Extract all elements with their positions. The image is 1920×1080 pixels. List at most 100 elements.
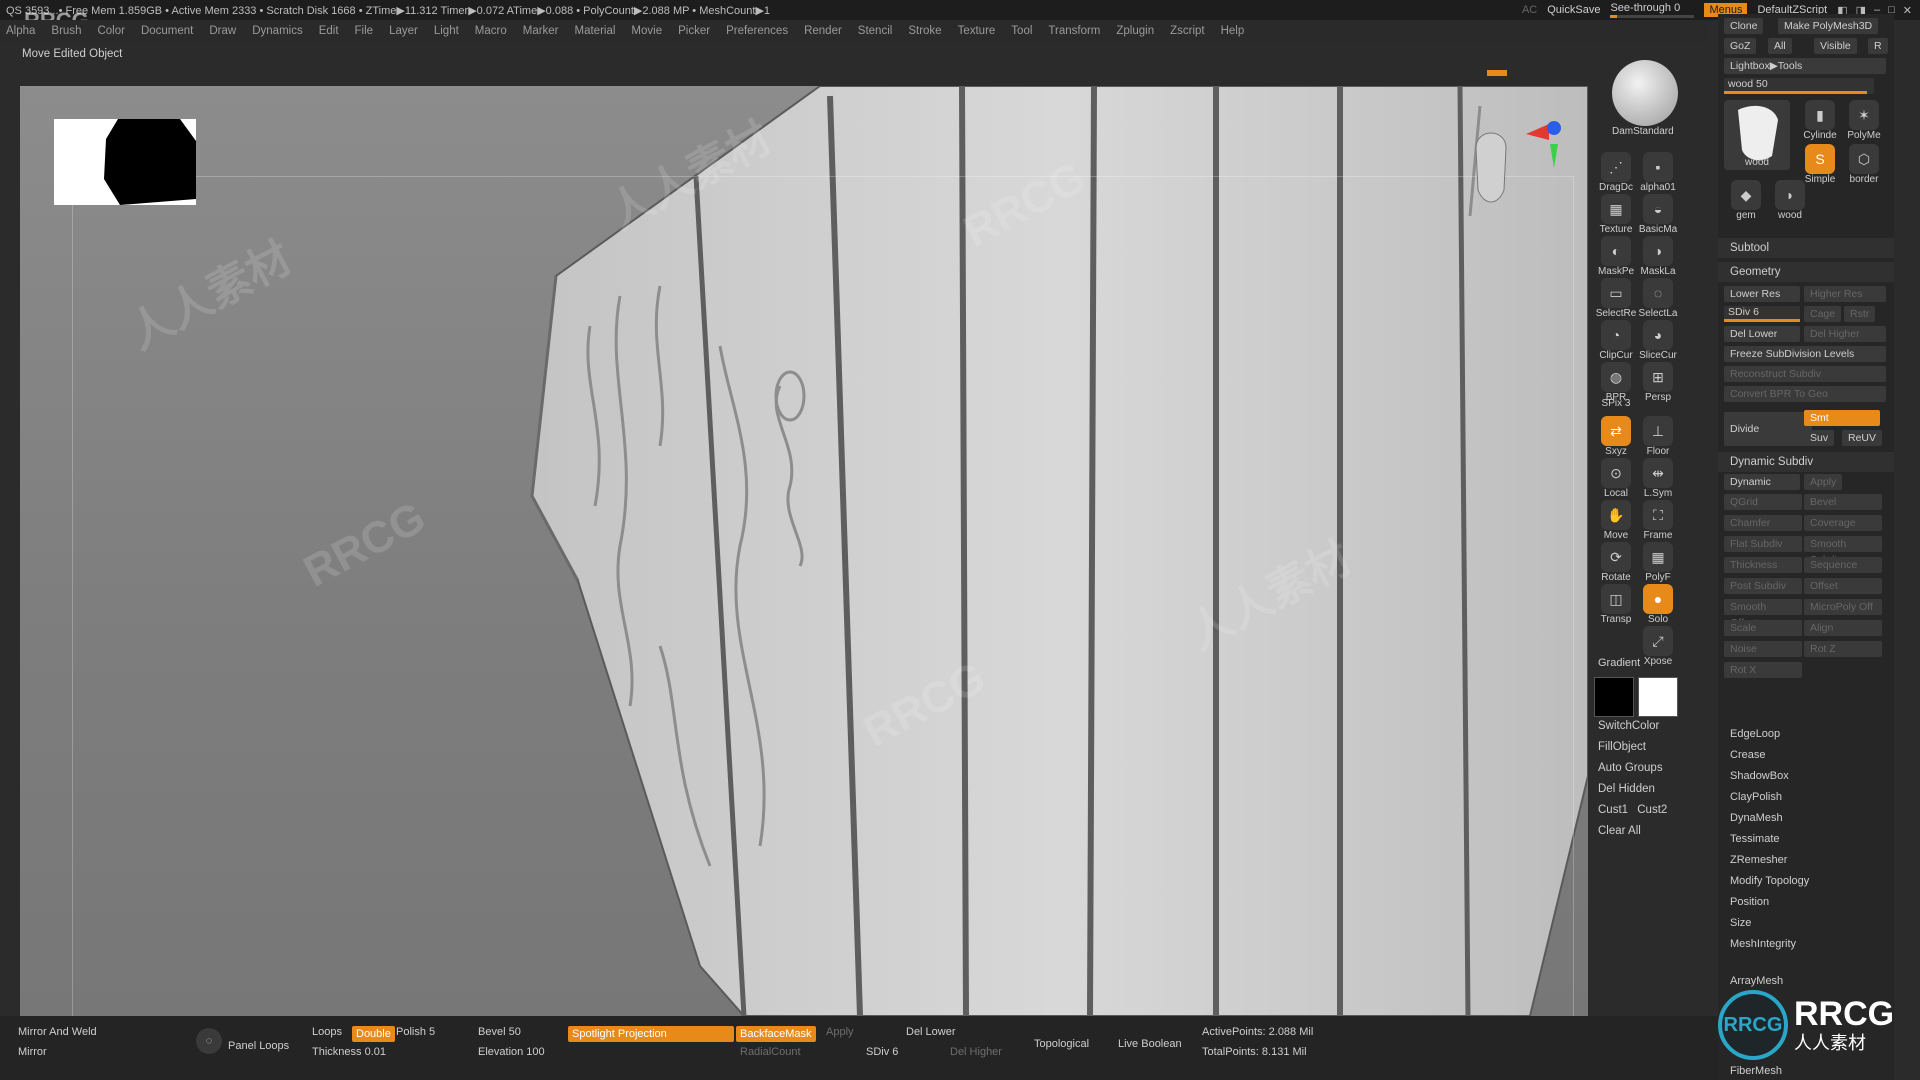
dyn-micropoly-off[interactable]: MicroPoly Off [1804,599,1882,615]
auto-groups-button[interactable]: Auto Groups [1598,758,1667,779]
close-icon[interactable]: ✕ [1903,4,1912,17]
thickness-slider[interactable]: Thickness 0.01 [312,1046,386,1058]
shelf-persp[interactable]: ⊞ Persp [1636,362,1680,403]
smt-toggle[interactable]: Smt [1804,410,1880,426]
dyn-noise[interactable]: Noise [1724,641,1802,657]
dyn-bevel[interactable]: Bevel [1804,494,1882,510]
all-button[interactable]: All [1768,38,1792,54]
lower-res-button[interactable]: Lower Res [1724,286,1800,302]
shelf-selectlasso[interactable]: ◌ SelectLa [1636,278,1680,319]
shelf-texture[interactable]: ▦ Texture [1594,194,1638,235]
make-polymesh-button[interactable]: Make PolyMesh3D [1778,18,1879,34]
shelf-alpha[interactable]: ▪ alpha01 [1636,152,1680,193]
shelf-masklasso[interactable]: ◑ MaskLa [1636,236,1680,277]
del-higher-button[interactable]: Del Higher [1804,326,1886,342]
dyn-smooth-offset[interactable]: Smooth Offset [1724,599,1802,629]
polish-slider[interactable]: Polish 5 [396,1026,435,1038]
dyn-offset[interactable]: Offset [1804,578,1882,594]
viewport-canvas[interactable] [20,86,1588,1016]
shelf-transp[interactable]: ◫ Transp [1594,584,1638,625]
panel-toggle-tab[interactable] [1487,70,1507,76]
dyn-post-subdiv[interactable]: Post Subdiv [1724,578,1802,594]
dyn-sequence[interactable]: Sequence [1804,557,1882,573]
see-through-slider[interactable]: See-through 0 [1610,2,1695,18]
subpalette-crease[interactable]: Crease [1730,745,1809,766]
menu-picker[interactable]: Picker [678,25,720,37]
suv-toggle[interactable]: Suv [1804,430,1835,446]
subpalette-shadowbox[interactable]: ShadowBox [1730,766,1809,787]
dynamic-button[interactable]: Dynamic [1724,474,1800,490]
clear-all-button[interactable]: Clear All [1598,821,1667,842]
geometry-section[interactable]: Geometry [1718,262,1894,282]
spiral-icon[interactable]: ◌ [196,1028,222,1054]
subpalette-claypolish[interactable]: ClayPolish [1730,787,1809,808]
dyn-rot-x[interactable]: Rot X [1724,662,1802,678]
dyn-rot-z[interactable]: Rot Z [1804,641,1882,657]
menu-preferences[interactable]: Preferences [726,25,798,37]
quicksave-button[interactable]: QuickSave [1547,4,1600,16]
shelf-xpose[interactable]: ⤢ Xpose [1636,626,1680,667]
shelf-rotate[interactable]: ⟳ Rotate [1594,542,1638,583]
menu-stencil[interactable]: Stencil [858,25,903,37]
shelf-brush[interactable]: DamStandard [1612,60,1678,137]
shelf-bpr[interactable]: ◍ BPR [1594,362,1638,403]
tool-border[interactable]: ⬡ border [1842,144,1886,185]
tool-simple[interactable]: S Simple [1798,144,1842,185]
spotlight-projection-toggle[interactable]: Spotlight Projection [568,1026,734,1042]
reconstruct-subdiv-button[interactable]: Reconstruct Subdiv [1724,366,1886,382]
shelf-material[interactable]: ◒ BasicMa [1636,194,1680,235]
shelf-polyf[interactable]: ▦ PolyF [1636,542,1680,583]
menu-movie[interactable]: Movie [631,25,672,37]
del-lower-bottom-button[interactable]: Del Lower [906,1026,956,1038]
backfacemask-toggle[interactable]: BackfaceMask [736,1026,816,1042]
loops-slider[interactable]: Loops [312,1026,342,1038]
shelf-lsym[interactable]: ⇹ L.Sym [1636,458,1680,499]
menu-brush[interactable]: Brush [51,25,91,37]
live-boolean-toggle[interactable]: Live Boolean [1118,1038,1182,1050]
cust2-button[interactable]: Cust2 [1637,804,1667,816]
tool-wood[interactable]: ◗ wood [1768,180,1812,221]
shelf-maskpen[interactable]: ◐ MaskPe [1594,236,1638,277]
convert-bpr-button[interactable]: Convert BPR To Geo [1724,386,1886,402]
subpalette-edgeloop[interactable]: EdgeLoop [1730,724,1809,745]
mirror-and-weld-button[interactable]: Mirror And Weld [18,1026,97,1038]
menu-material[interactable]: Material [575,25,626,37]
shelf-solo[interactable]: ● Solo [1636,584,1680,625]
menu-zplugin[interactable]: Zplugin [1116,25,1164,37]
del-higher-bottom-button[interactable]: Del Higher [950,1046,1002,1058]
reuv-button[interactable]: ReUV [1842,430,1883,446]
menu-marker[interactable]: Marker [523,25,569,37]
clone-button[interactable]: Clone [1724,18,1764,34]
elevation-slider[interactable]: Elevation 100 [478,1046,545,1058]
dynamic-subdiv-section[interactable]: Dynamic Subdiv [1718,452,1894,472]
double-toggle[interactable]: Double [352,1026,395,1042]
menu-layer[interactable]: Layer [389,25,428,37]
freeze-subdivision-button[interactable]: Freeze SubDivision Levels [1724,346,1886,362]
subpalette-modify-topology[interactable]: Modify Topology [1730,871,1809,892]
spix-label[interactable]: SPix 3 [1594,398,1638,409]
menu-draw[interactable]: Draw [209,25,246,37]
menu-color[interactable]: Color [97,25,134,37]
subpalette-meshintegrity[interactable]: MeshIntegrity [1730,934,1809,955]
subtool-section[interactable]: Subtool [1718,238,1894,258]
cust1-button[interactable]: Cust1 [1598,804,1628,816]
dyn-thickness[interactable]: Thickness [1724,557,1802,573]
menu-file[interactable]: File [355,25,384,37]
lightbox-tools-button[interactable]: Lightbox▶Tools [1724,58,1886,74]
menu-render[interactable]: Render [804,25,852,37]
menu-help[interactable]: Help [1221,25,1255,37]
tool-gem[interactable]: ◆ gem [1724,180,1768,221]
shelf-local[interactable]: ⊙ Local [1594,458,1638,499]
dyn-align[interactable]: Align [1804,620,1882,636]
menu-transform[interactable]: Transform [1048,25,1110,37]
orientation-head-gizmo[interactable] [1454,110,1574,240]
shelf-floor[interactable]: ⊥ Floor [1636,416,1680,457]
menu-light[interactable]: Light [434,25,469,37]
tool-cylinder[interactable]: ▮ Cylinde [1798,100,1842,141]
subpalette-zremesher[interactable]: ZRemesher [1730,850,1809,871]
menu-macro[interactable]: Macro [475,25,517,37]
panel-loops-button[interactable]: Panel Loops [228,1040,289,1052]
menu-alpha[interactable]: Alpha [6,25,45,37]
sdiv-bottom-slider[interactable]: SDiv 6 [866,1046,898,1058]
tool-slider[interactable]: wood 50 [1724,78,1874,94]
